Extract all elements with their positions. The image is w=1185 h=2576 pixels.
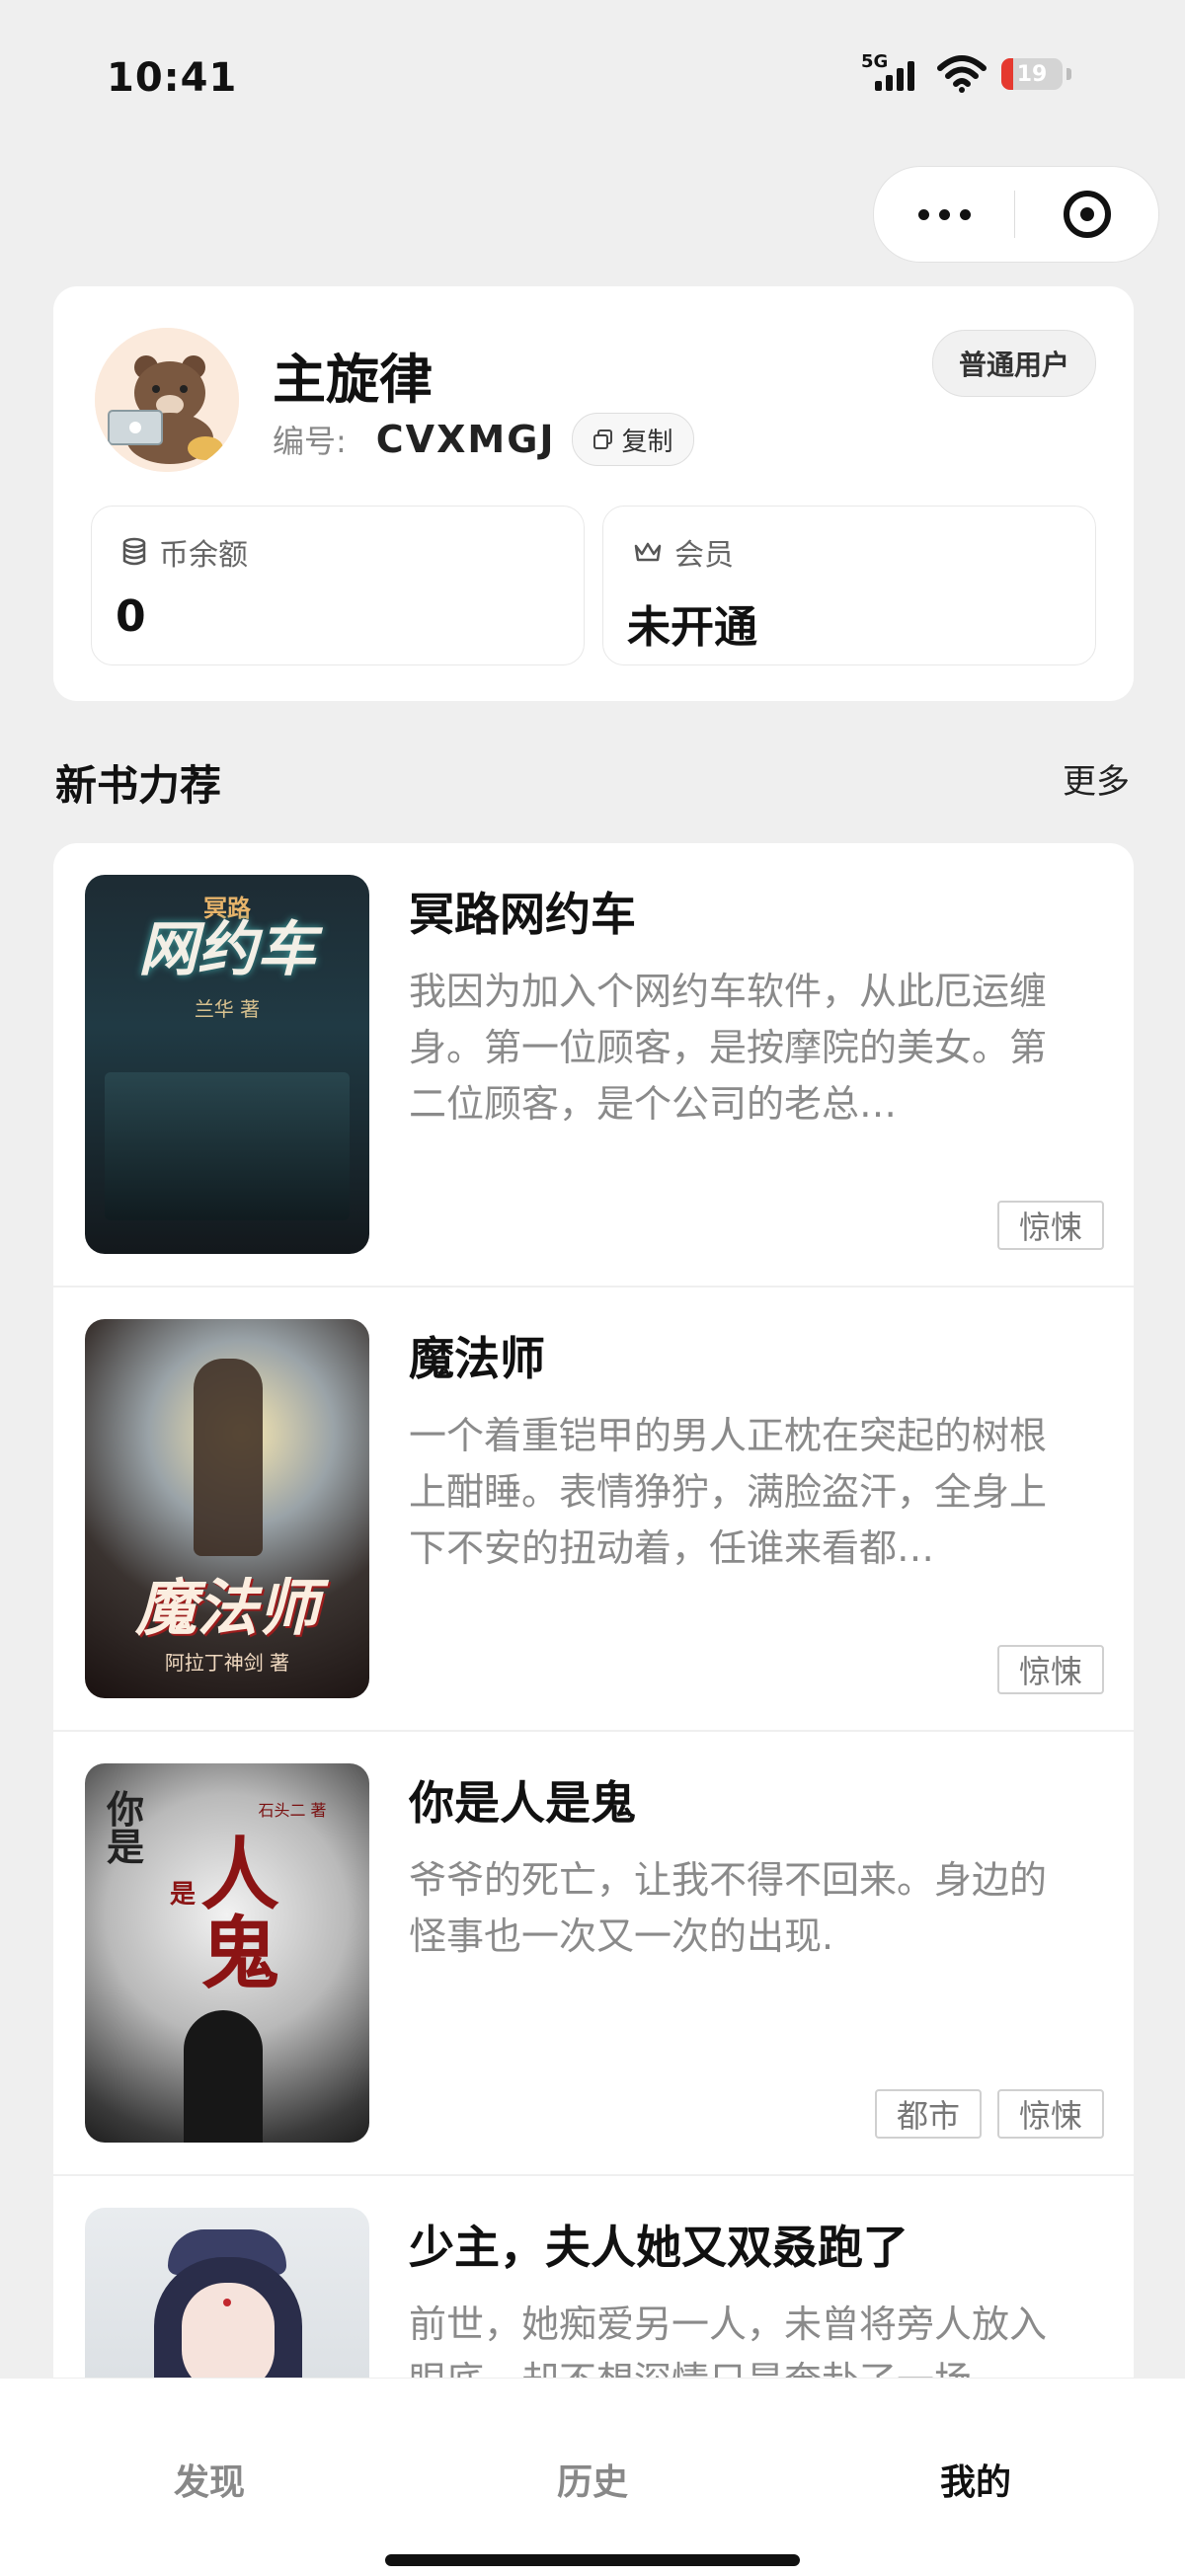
status-icons: 5G 19 xyxy=(861,51,1071,97)
book-description: 爷爷的死亡，让我不得不回来。身边的怪事也一次又一次的出现. xyxy=(409,1858,1048,1958)
coin-balance-card[interactable]: 币余额 0 xyxy=(91,506,585,665)
book-tag: 都市 xyxy=(874,2089,982,2139)
membership-status: 未开通 xyxy=(627,602,757,653)
crown-icon xyxy=(634,542,662,562)
status-time: 10:41 xyxy=(107,55,238,101)
bottom-nav: 发现 历史 我的 xyxy=(0,2378,1185,2576)
status-bar: 10:41 5G 19 xyxy=(0,0,1185,148)
user-id-row: 编号: CVXMGJ 复制 xyxy=(273,413,694,466)
book-description: 我因为加入个网约车软件，从此厄运缠身。第一位顾客，是按摩院的美女。第二位顾客，是… xyxy=(409,970,1048,1126)
book-tag: 惊悚 xyxy=(996,1201,1104,1250)
book-item[interactable]: 冥路 网约车 兰华 著 冥路网约车 我因为加入个网约车软件，从此厄运缠身。第一位… xyxy=(53,843,1134,1288)
bear-avatar-icon xyxy=(95,328,239,472)
tab-discover[interactable]: 发现 xyxy=(111,2454,308,2505)
coin-balance-header: 币余额 xyxy=(121,530,248,574)
miniapp-capsule xyxy=(873,166,1159,263)
section-title: 新书力荐 xyxy=(55,761,222,810)
membership-card[interactable]: 会员 未开通 xyxy=(602,506,1096,665)
book-cover: 你是 人鬼 是 石头二 著 xyxy=(85,1763,369,2143)
book-list: 冥路 网约车 兰华 著 冥路网约车 我因为加入个网约车软件，从此厄运缠身。第一位… xyxy=(53,843,1134,2462)
battery-fill xyxy=(1001,58,1013,90)
home-indicator[interactable] xyxy=(385,2554,800,2566)
coins-icon xyxy=(122,537,146,566)
book-tag: 惊悚 xyxy=(996,1645,1104,1694)
more-dot-icon xyxy=(959,208,971,220)
user-id-label: 编号: xyxy=(273,423,347,460)
book-tags: 惊悚 xyxy=(996,1201,1104,1250)
book-cover: 魔法师 阿拉丁神剑 著 xyxy=(85,1319,369,1698)
book-title: 少主，夫人她又双叒跑了 xyxy=(409,2221,908,2274)
more-dot-icon xyxy=(917,208,929,220)
user-id-value: CVXMGJ xyxy=(375,418,556,461)
cellular-signal-icon: 5G xyxy=(861,51,922,97)
profile-card: 主旋律 普通用户 编号: CVXMGJ 复制 币余额 0 会员 未开通 xyxy=(53,286,1134,701)
book-tag: 惊悚 xyxy=(996,2089,1104,2139)
tab-history[interactable]: 历史 xyxy=(494,2454,691,2505)
book-tags: 惊悚 xyxy=(996,1645,1104,1694)
cover-text: 人鬼 xyxy=(188,1833,279,1991)
cover-text: 你是 xyxy=(107,1788,145,1869)
more-dot-icon xyxy=(938,208,950,220)
tab-mine[interactable]: 我的 xyxy=(877,2454,1074,2505)
book-title: 你是人是鬼 xyxy=(409,1776,636,1830)
more-books-link[interactable]: 更多 xyxy=(1063,754,1130,803)
book-description: 一个着重铠甲的男人正枕在突起的树根上酣睡。表情狰狞，满脸盗汗，全身上下不安的扭动… xyxy=(409,1414,1048,1570)
close-miniapp-button[interactable] xyxy=(1015,191,1158,238)
battery-cap xyxy=(1066,68,1071,80)
cover-text: 网约车 xyxy=(138,915,316,984)
cover-text: 阿拉丁神剑 著 xyxy=(164,1651,290,1675)
wifi-icon xyxy=(937,55,987,93)
profile-name: 主旋律 xyxy=(273,349,433,411)
cover-text: 是 xyxy=(170,1880,197,1910)
coin-balance-value: 0 xyxy=(116,591,146,642)
copy-id-button[interactable]: 复制 xyxy=(571,413,694,466)
battery-percent: 19 xyxy=(1016,61,1048,87)
book-item[interactable]: 你是 人鬼 是 石头二 著 你是人是鬼 爷爷的死亡，让我不得不回来。身边的怪事也… xyxy=(53,1732,1134,2176)
book-item[interactable]: 魔法师 阿拉丁神剑 著 魔法师 一个着重铠甲的男人正枕在突起的树根上酣睡。表情狰… xyxy=(53,1288,1134,1732)
book-title: 魔法师 xyxy=(409,1332,545,1385)
cover-text: 兰华 著 xyxy=(194,997,261,1021)
book-cover: 冥路 网约车 兰华 著 xyxy=(85,875,369,1254)
battery-icon: 19 xyxy=(1001,58,1063,90)
book-tags: 都市 惊悚 xyxy=(874,2089,1104,2139)
coin-balance-label: 币余额 xyxy=(159,538,248,573)
membership-header: 会员 xyxy=(633,530,734,574)
copy-label: 复制 xyxy=(621,427,673,457)
user-level-badge: 普通用户 xyxy=(931,330,1096,397)
more-options-button[interactable] xyxy=(874,208,1014,220)
membership-label: 会员 xyxy=(674,538,734,573)
book-title: 冥路网约车 xyxy=(409,888,636,941)
copy-icon xyxy=(592,429,612,449)
target-icon xyxy=(1063,191,1111,238)
cover-text: 魔法师 xyxy=(134,1572,319,1644)
cover-text: 石头二 著 xyxy=(258,1801,327,1820)
avatar[interactable] xyxy=(95,328,239,472)
